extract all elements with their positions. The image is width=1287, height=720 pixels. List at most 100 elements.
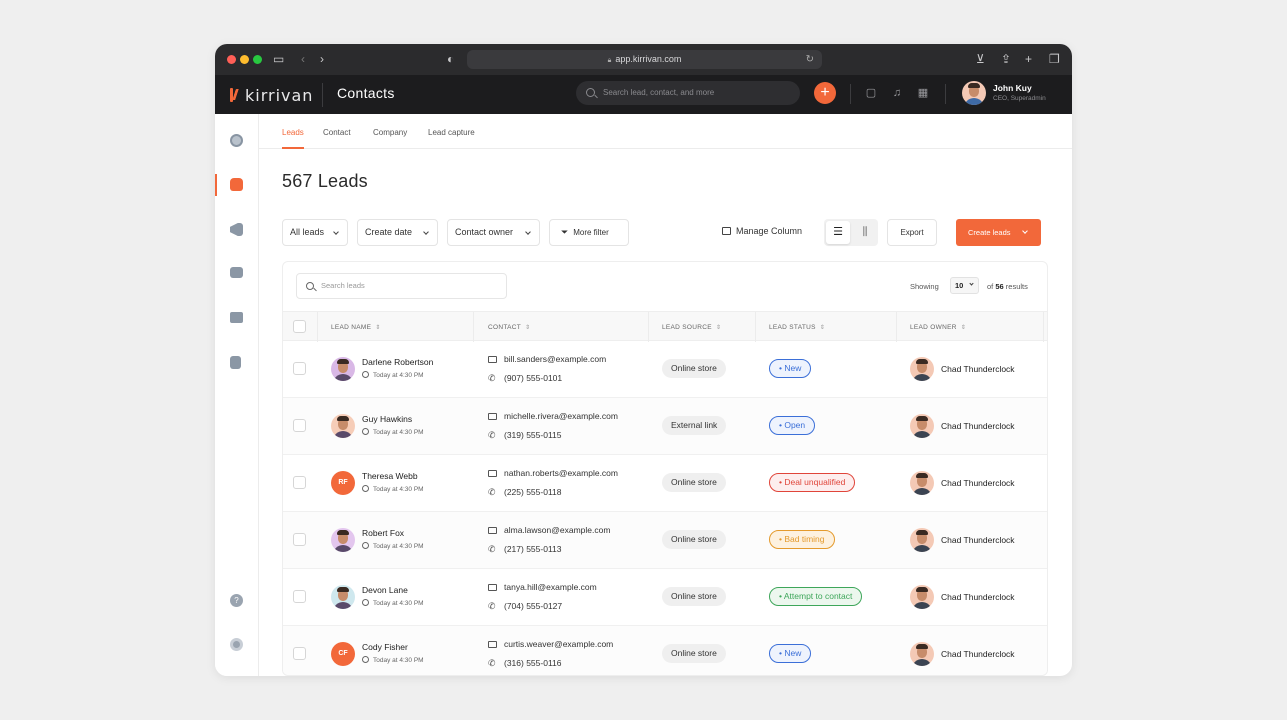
lead-owner[interactable]: Chad Thunderclock xyxy=(941,421,1015,431)
bell-icon[interactable]: ♫ xyxy=(890,86,904,100)
more-filter-button[interactable]: ⏷ More filter xyxy=(549,219,629,246)
lead-status-badge[interactable]: • Open xyxy=(769,416,816,435)
lead-owner[interactable]: Chad Thunderclock xyxy=(941,535,1015,545)
report-icon[interactable] xyxy=(230,356,241,369)
lead-name[interactable]: Robert Fox xyxy=(362,528,404,538)
sort-icon[interactable]: ⇕ xyxy=(375,324,380,331)
chevron-down-icon xyxy=(423,229,429,235)
tab-contact[interactable]: Contact xyxy=(323,128,351,137)
list-view-icon[interactable]: ☰ xyxy=(826,221,850,244)
leads-search-placeholder: Search leads xyxy=(321,281,365,290)
address-bar[interactable]: 🔒︎ app.kirrivan.com ↻ xyxy=(467,50,822,69)
manage-column-button[interactable]: Manage Column xyxy=(722,226,802,236)
back-icon[interactable]: ‹ xyxy=(301,52,305,66)
create-date-dropdown[interactable]: Create date xyxy=(357,219,438,246)
export-button[interactable]: Export xyxy=(887,219,937,246)
sort-icon[interactable]: ⇕ xyxy=(716,324,721,331)
settings-icon[interactable] xyxy=(230,638,243,651)
contact-email[interactable]: curtis.weaver@example.com xyxy=(488,639,613,649)
lead-name[interactable]: Cody Fisher xyxy=(362,642,408,652)
sort-icon[interactable]: ⇕ xyxy=(525,324,530,331)
contact-email[interactable]: michelle.rivera@example.com xyxy=(488,411,618,421)
leads-icon[interactable] xyxy=(230,178,243,191)
page-size-select[interactable]: 10 xyxy=(950,277,979,294)
campaign-icon[interactable] xyxy=(230,223,243,236)
zoom-window-button[interactable] xyxy=(253,55,262,64)
lead-name[interactable]: Devon Lane xyxy=(362,585,408,595)
table-row[interactable]: Devon Lane Today at 4:30 PM tanya.hill@e… xyxy=(283,569,1047,626)
app-logo[interactable]: kirrivan xyxy=(230,86,313,105)
row-checkbox[interactable] xyxy=(293,476,306,489)
lead-owner[interactable]: Chad Thunderclock xyxy=(941,364,1015,374)
chat-icon[interactable]: ▢ xyxy=(864,86,878,100)
help-icon[interactable]: ? xyxy=(230,594,243,607)
lead-status-badge[interactable]: • Deal unqualified xyxy=(769,473,856,492)
download-icon[interactable]: ⊻ xyxy=(976,52,985,66)
column-header-lead-source[interactable]: LEAD SOURCE ⇕ xyxy=(662,324,721,331)
contact-phone[interactable]: ✆ (316) 555-0116 xyxy=(488,658,562,669)
contact-email[interactable]: alma.lawson@example.com xyxy=(488,525,610,535)
app-header: kirrivan Contacts Search lead, contact, … xyxy=(215,75,1072,114)
row-checkbox[interactable] xyxy=(293,533,306,546)
sidebar-toggle-icon[interactable]: ▭ xyxy=(273,52,284,66)
column-header-lead-owner[interactable]: LEAD OWNER ⇕ xyxy=(910,324,966,331)
contact-phone[interactable]: ✆ (704) 555-0127 xyxy=(488,601,562,612)
kanban-view-icon[interactable]: ⫼ xyxy=(854,221,876,244)
new-tab-icon[interactable]: + xyxy=(1025,52,1032,66)
lead-name[interactable]: Theresa Webb xyxy=(362,471,418,481)
row-checkbox[interactable] xyxy=(293,647,306,660)
row-checkbox[interactable] xyxy=(293,590,306,603)
minimize-window-button[interactable] xyxy=(240,55,249,64)
share-icon[interactable]: ⇪ xyxy=(1001,52,1011,66)
shield-icon[interactable]: ◐ xyxy=(447,52,454,66)
all-leads-dropdown[interactable]: All leads xyxy=(282,219,348,246)
sort-icon[interactable]: ⇕ xyxy=(961,324,966,331)
lead-name[interactable]: Darlene Robertson xyxy=(362,357,433,367)
column-header-lead-status[interactable]: LEAD STATUS ⇕ xyxy=(769,324,825,331)
tab-company[interactable]: Company xyxy=(373,128,407,137)
tab-leads[interactable]: Leads xyxy=(282,128,304,137)
row-checkbox[interactable] xyxy=(293,419,306,432)
column-header-lead-name[interactable]: LEAD NAME ⇕ xyxy=(331,324,381,331)
contact-email[interactable]: nathan.roberts@example.com xyxy=(488,468,618,478)
lead-status-badge[interactable]: • New xyxy=(769,644,812,663)
lead-status-badge[interactable]: • Attempt to contact xyxy=(769,587,863,606)
contact-phone[interactable]: ✆ (907) 555-0101 xyxy=(488,373,562,384)
tabs-icon[interactable]: ❐ xyxy=(1049,52,1060,66)
contact-owner-dropdown[interactable]: Contact owner xyxy=(447,219,540,246)
table-row[interactable]: Robert Fox Today at 4:30 PM alma.lawson@… xyxy=(283,512,1047,569)
lead-owner[interactable]: Chad Thunderclock xyxy=(941,592,1015,602)
contact-email[interactable]: bill.sanders@example.com xyxy=(488,354,606,364)
dashboard-icon[interactable] xyxy=(230,134,243,147)
global-search-input[interactable]: Search lead, contact, and more xyxy=(576,81,800,105)
column-header-contact[interactable]: CONTACT ⇕ xyxy=(488,324,530,331)
table-row[interactable]: CF Cody Fisher Today at 4:30 PM curtis.w… xyxy=(283,626,1047,675)
user-avatar[interactable] xyxy=(962,81,986,105)
contact-phone[interactable]: ✆ (319) 555-0115 xyxy=(488,430,562,441)
store-icon[interactable] xyxy=(230,267,243,278)
lead-name[interactable]: Guy Hawkins xyxy=(362,414,412,424)
table-row[interactable]: RF Theresa Webb Today at 4:30 PM nathan.… xyxy=(283,455,1047,512)
table-row[interactable]: Guy Hawkins Today at 4:30 PM michelle.ri… xyxy=(283,398,1047,455)
briefcase-icon[interactable] xyxy=(230,312,243,323)
quick-add-button[interactable]: + xyxy=(814,82,836,104)
lead-status-badge[interactable]: • Bad timing xyxy=(769,530,835,549)
create-leads-button[interactable]: Create leads xyxy=(956,219,1041,246)
reload-icon[interactable]: ↻ xyxy=(806,50,814,69)
lead-owner[interactable]: Chad Thunderclock xyxy=(941,478,1015,488)
contact-phone[interactable]: ✆ (217) 555-0113 xyxy=(488,544,562,555)
forward-icon[interactable]: › xyxy=(320,52,324,66)
contact-email[interactable]: tanya.hill@example.com xyxy=(488,582,597,592)
lead-owner[interactable]: Chad Thunderclock xyxy=(941,649,1015,659)
lead-status-badge[interactable]: • New xyxy=(769,359,812,378)
table-row[interactable]: Darlene Robertson Today at 4:30 PM bill.… xyxy=(283,341,1047,398)
user-name[interactable]: John Kuy xyxy=(993,83,1032,93)
row-checkbox[interactable] xyxy=(293,362,306,375)
sort-icon[interactable]: ⇕ xyxy=(820,324,825,331)
leads-search-input[interactable]: Search leads xyxy=(296,273,507,299)
contact-phone[interactable]: ✆ (225) 555-0118 xyxy=(488,487,562,498)
calendar-icon[interactable]: ▦ xyxy=(916,86,930,100)
select-all-checkbox[interactable] xyxy=(293,320,306,333)
tab-lead-capture[interactable]: Lead capture xyxy=(428,128,475,137)
close-window-button[interactable] xyxy=(227,55,236,64)
